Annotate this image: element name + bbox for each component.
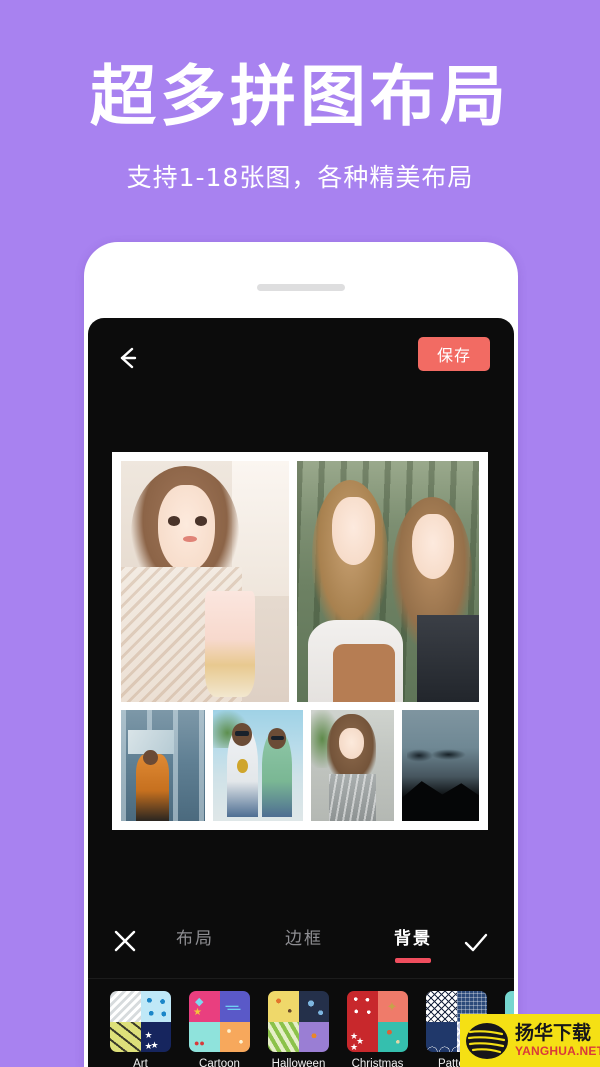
editor-tabs: 布局 边框 背景 [174, 902, 434, 978]
background-thumbnail [189, 991, 250, 1052]
background-item-cartoon[interactable]: Cartoon [189, 991, 250, 1067]
photo-detail [235, 731, 249, 736]
background-item-halloween[interactable]: Halloween [268, 991, 329, 1067]
close-x-icon[interactable] [112, 928, 138, 954]
background-strip[interactable]: Art Cartoon Halloween [88, 978, 514, 1067]
photo-detail [406, 747, 475, 764]
phone-mockup: 保存 布局 边框 背景 ★ ★ ★ Art ◆ ★ — — ●● Cartoon… [84, 242, 518, 1067]
watermark-text: 扬华下载 YANGHUA.NET [515, 1022, 600, 1058]
photo-detail [331, 497, 376, 565]
editor-toolbar: 布局 边框 背景 [88, 902, 514, 978]
background-label: Cartoon [199, 1058, 240, 1067]
photo-detail [402, 781, 479, 821]
watermark-en: YANGHUA.NET [515, 1044, 600, 1058]
background-label: Halloween [271, 1058, 326, 1067]
photo-two-sunglasses[interactable] [212, 710, 303, 821]
photo-two-friends[interactable] [297, 461, 479, 702]
photo-street-orange[interactable] [121, 710, 205, 821]
back-arrow-icon[interactable] [113, 343, 143, 373]
collage-canvas[interactable] [112, 452, 488, 830]
check-icon[interactable] [462, 928, 490, 956]
photo-detail [271, 735, 284, 740]
background-list: Art Cartoon Halloween [110, 991, 514, 1067]
photo-detail [339, 727, 365, 759]
phone-screen: 保存 布局 边框 背景 ★ ★ ★ Art ◆ ★ — — ●● Cartoon… [88, 318, 514, 1067]
tab-layout[interactable]: 布局 [174, 916, 216, 965]
photo-mountain-dusk[interactable] [402, 710, 479, 821]
photo-detail [329, 774, 376, 821]
photo-detail [236, 758, 248, 774]
promo-subtitle: 支持1-18张图，各种精美布局 [126, 163, 474, 192]
site-watermark: 扬华下载 YANGHUA.NET [460, 1014, 600, 1067]
collage-row-top [121, 461, 479, 702]
photo-girl-grey-top[interactable] [310, 710, 395, 821]
promo-headline: 超多拼图布局 [90, 58, 510, 135]
tab-border[interactable]: 边框 [283, 916, 325, 965]
tab-background[interactable]: 背景 [392, 916, 434, 965]
app-top-bar: 保存 [88, 318, 514, 398]
photo-detail [142, 749, 158, 766]
photo-detail [157, 485, 216, 572]
watermark-cn: 扬华下载 [515, 1022, 592, 1044]
background-item-art[interactable]: Art [110, 991, 171, 1067]
photo-detail [168, 516, 180, 527]
photo-detail [417, 615, 479, 702]
photo-detail [333, 644, 396, 702]
collage-grid [121, 461, 479, 821]
watermark-logo-icon [466, 1022, 508, 1059]
background-thumbnail [268, 991, 329, 1052]
photo-detail [411, 514, 454, 580]
photo-portrait-drink[interactable] [121, 461, 289, 702]
background-item-christmas[interactable]: Christmas [347, 991, 408, 1067]
background-label: Art [133, 1058, 148, 1067]
background-thumbnail [347, 991, 408, 1052]
save-button[interactable]: 保存 [418, 337, 490, 371]
photo-detail [183, 535, 197, 542]
photo-detail [194, 516, 207, 527]
collage-row-bottom [121, 710, 479, 821]
speaker-grille [257, 284, 345, 291]
background-label: Christmas [351, 1058, 404, 1067]
background-thumbnail [110, 991, 171, 1052]
photo-detail [205, 591, 256, 698]
